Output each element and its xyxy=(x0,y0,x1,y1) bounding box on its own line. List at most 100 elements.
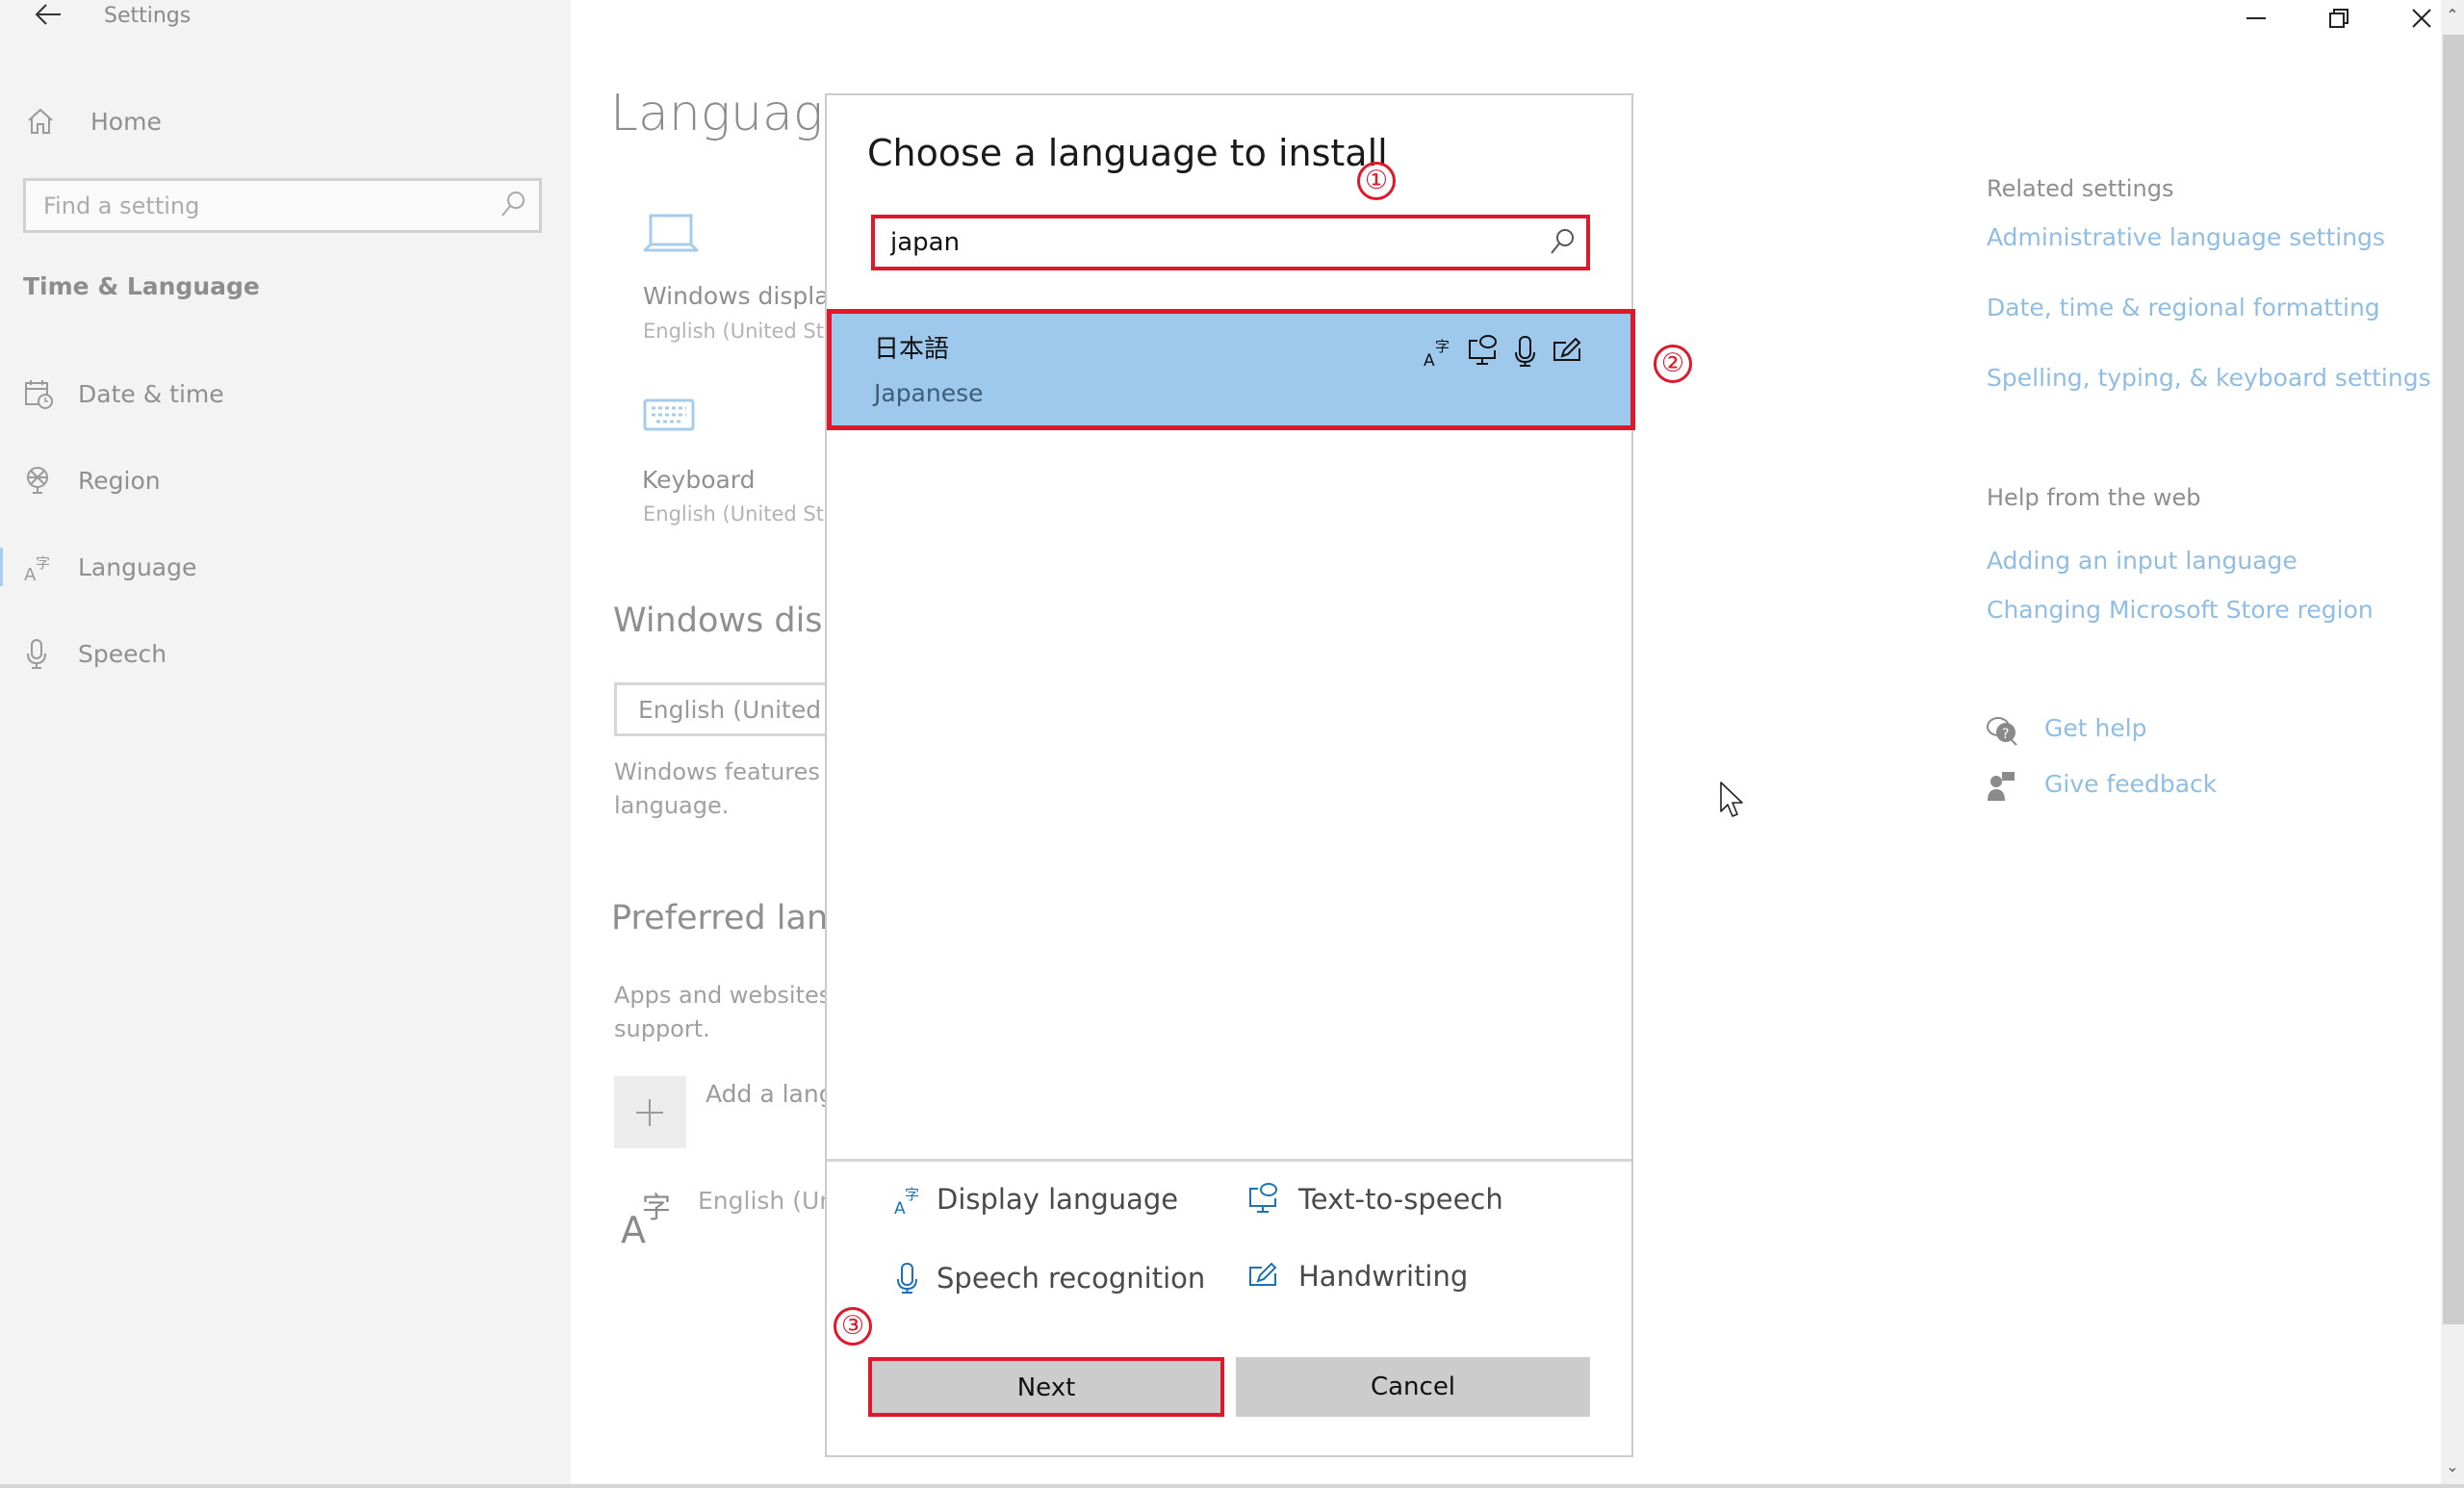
page-title: Language xyxy=(610,85,855,142)
get-help-icon: ? xyxy=(1987,717,2017,746)
svg-text:字: 字 xyxy=(905,1186,919,1203)
mouse-cursor-icon xyxy=(1720,782,1743,817)
get-help-link[interactable]: ? Get help xyxy=(1987,712,2237,751)
link-date-time-regional-formatting[interactable]: Date, time & regional formatting xyxy=(1987,294,2380,321)
preferred-desc-2: support. xyxy=(614,1015,710,1042)
link-administrative-language-settings[interactable]: Administrative language settings xyxy=(1987,223,2385,251)
back-button[interactable] xyxy=(19,0,77,38)
get-help-label: Get help xyxy=(2044,714,2147,742)
svg-text:字: 字 xyxy=(642,1192,671,1225)
calendar-clock-icon xyxy=(25,380,53,409)
tile-keyboard[interactable]: Keyboard xyxy=(642,466,756,494)
language-native-name: 日本語 xyxy=(874,335,950,364)
language-search-box[interactable] xyxy=(871,215,1590,270)
add-language-label[interactable]: Add a lang xyxy=(706,1080,834,1108)
legend-handwriting: Handwriting xyxy=(1248,1260,1468,1293)
svg-text:?: ? xyxy=(2002,727,2009,742)
installed-language-label[interactable]: English (Un xyxy=(698,1187,834,1215)
legend-label: Display language xyxy=(937,1183,1179,1216)
handwriting-icon xyxy=(1249,1262,1277,1286)
search-icon xyxy=(501,192,525,217)
search-icon[interactable] xyxy=(1550,228,1575,255)
svg-text:字: 字 xyxy=(1435,338,1450,355)
give-feedback-icon xyxy=(1988,772,2015,801)
legend-speech-recognition: Speech recognition xyxy=(894,1262,1205,1295)
language-english-name: Japanese xyxy=(874,379,984,407)
find-setting-search[interactable] xyxy=(23,178,542,233)
display-language-value: English (United S xyxy=(638,696,844,724)
plus-icon xyxy=(636,1099,663,1126)
close-icon xyxy=(2412,9,2431,28)
display-language-icon: A字 xyxy=(1424,338,1450,368)
legend-label: Text-to-speech xyxy=(1298,1183,1503,1216)
section-title: Time & Language xyxy=(23,272,260,300)
window-title: Settings xyxy=(104,4,192,28)
home-icon xyxy=(28,108,53,134)
cancel-button[interactable]: Cancel xyxy=(1236,1357,1590,1417)
display-language-desc: Windows features l xyxy=(614,758,834,785)
display-language-desc-2: language. xyxy=(614,792,730,819)
laptop-icon xyxy=(643,214,699,252)
globe-icon xyxy=(27,467,48,494)
sidebar-item-date-time[interactable]: Date & time xyxy=(0,367,571,421)
sidebar-item-label: Region xyxy=(78,466,161,495)
tile-keyboard-value: English (United Sta xyxy=(643,502,836,526)
sidebar-item-label: Speech xyxy=(78,639,167,668)
legend-label: Handwriting xyxy=(1298,1260,1469,1293)
sidebar-item-region[interactable]: Region xyxy=(0,453,571,507)
scrollbar-thumb[interactable] xyxy=(2443,35,2464,1324)
add-language-button[interactable] xyxy=(614,1076,686,1148)
sidebar-item-label: Date & time xyxy=(78,379,224,408)
text-to-speech-icon xyxy=(1249,1183,1277,1213)
speech-recognition-icon xyxy=(1515,336,1535,367)
language-search-input[interactable] xyxy=(890,226,1506,259)
svg-text:字: 字 xyxy=(36,554,50,572)
back-arrow-icon xyxy=(35,4,61,25)
preferred-languages-heading: Preferred lang xyxy=(611,899,850,937)
handwriting-icon xyxy=(1553,337,1581,361)
link-changing-store-region[interactable]: Changing Microsoft Store region xyxy=(1987,596,2374,624)
text-to-speech-icon xyxy=(1469,335,1497,365)
link-spelling-typing-keyboard-settings[interactable]: Spelling, typing, & keyboard settings xyxy=(1987,364,2431,392)
related-settings-heading: Related settings xyxy=(1987,175,2174,202)
keyboard-icon xyxy=(643,398,695,431)
give-feedback-link[interactable]: Give feedback xyxy=(1987,768,2237,807)
restore-button[interactable] xyxy=(2310,0,2368,37)
display-language-dropdown[interactable]: English (United S xyxy=(614,682,845,736)
annotation-step-1: ① xyxy=(1357,162,1396,200)
sidebar-item-home[interactable]: Home xyxy=(23,100,162,142)
language-result-japanese[interactable]: 日本語 Japanese A字 xyxy=(827,309,1635,430)
scroll-up-arrow-icon[interactable]: ⌃ xyxy=(2441,2,2464,29)
next-button[interactable]: Next xyxy=(868,1357,1224,1417)
sidebar: Settings Home Time & Language Date & tim… xyxy=(0,0,571,1488)
link-adding-input-language[interactable]: Adding an input language xyxy=(1987,547,2297,575)
legend-label: Speech recognition xyxy=(937,1262,1206,1295)
sidebar-item-language[interactable]: A字 Language xyxy=(0,540,571,594)
minimize-icon xyxy=(2246,17,2266,19)
legend-text-to-speech: Text-to-speech xyxy=(1248,1183,1503,1216)
tile-windows-display-value: English (United Sta xyxy=(643,320,836,343)
choose-language-dialog: Choose a language to install 日本語 Japanes… xyxy=(825,93,1635,1457)
dialog-title: Choose a language to install xyxy=(867,132,1388,174)
find-setting-input[interactable] xyxy=(43,189,486,223)
home-label: Home xyxy=(90,107,162,136)
help-from-web-heading: Help from the web xyxy=(1987,484,2201,511)
dialog-separator xyxy=(827,1159,1631,1162)
windows-display-heading: Windows disp xyxy=(613,602,844,640)
svg-text:A: A xyxy=(1424,351,1435,368)
display-language-icon: A字 xyxy=(894,1186,919,1216)
vertical-scrollbar[interactable]: ⌃ ⌄ xyxy=(2441,0,2464,1488)
annotation-step-3: ③ xyxy=(834,1307,872,1346)
language-icon: A字 xyxy=(621,1192,671,1246)
language-feature-icons: A字 xyxy=(1424,335,1583,368)
minimize-button[interactable] xyxy=(2227,0,2285,37)
tile-windows-display[interactable]: Windows display xyxy=(643,282,843,310)
window-bottom-border xyxy=(0,1484,2464,1488)
sidebar-item-speech[interactable]: Speech xyxy=(0,627,571,680)
microphone-icon xyxy=(27,639,46,669)
scroll-down-arrow-icon[interactable]: ⌄ xyxy=(2441,1453,2464,1480)
legend-display-language: A字 Display language xyxy=(894,1183,1178,1216)
annotation-step-2: ② xyxy=(1654,345,1692,383)
give-feedback-label: Give feedback xyxy=(2044,770,2218,798)
sidebar-item-label: Language xyxy=(78,552,197,581)
